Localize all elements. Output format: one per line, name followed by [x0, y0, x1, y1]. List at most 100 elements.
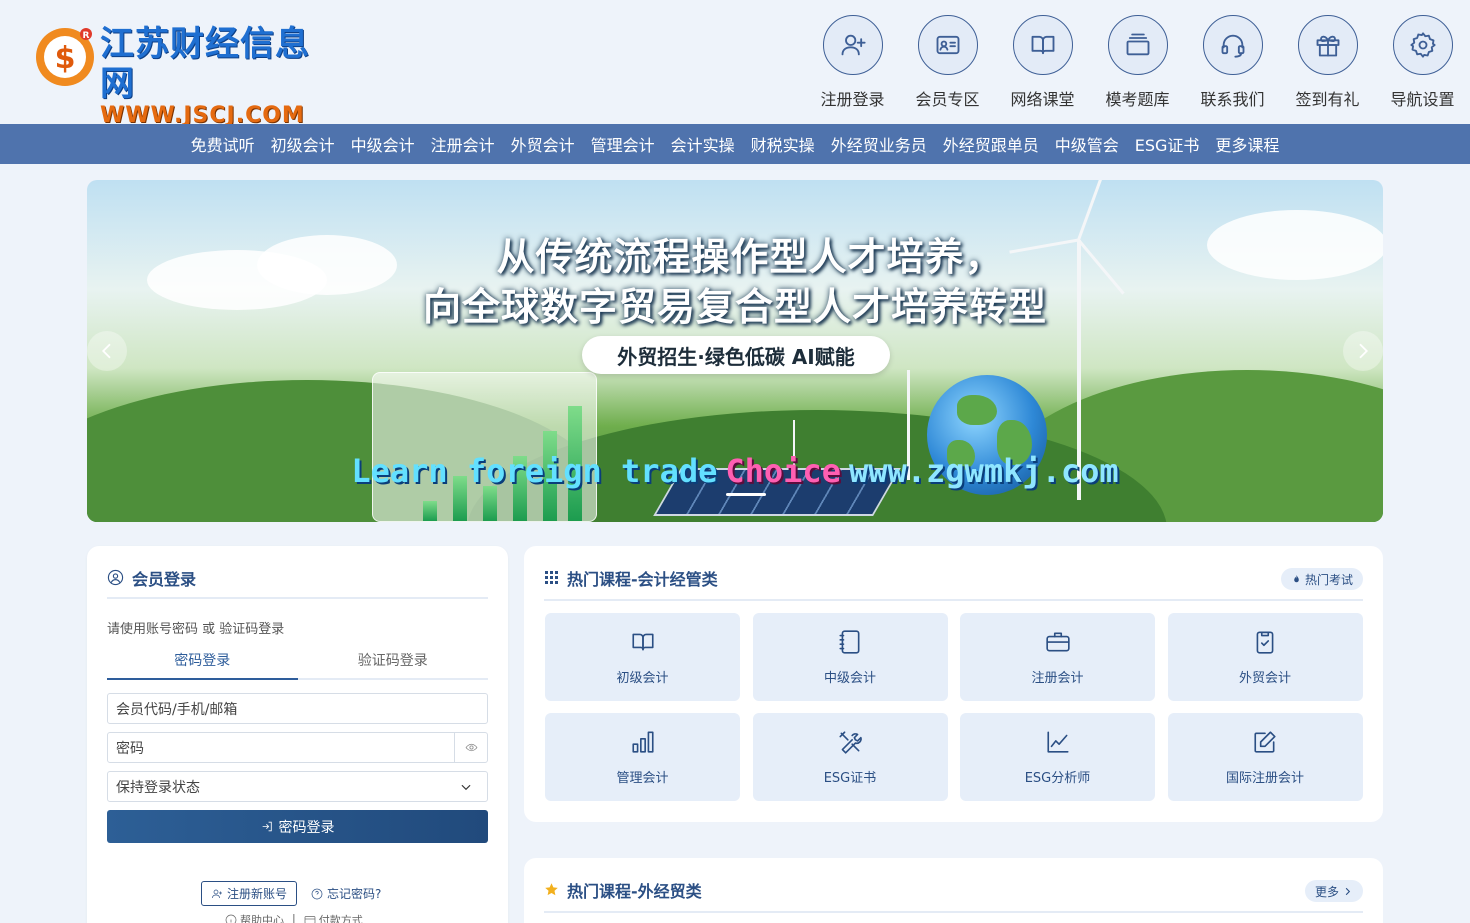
banner-footer-text: Learn foreign trade Choice www.zgwmkj.com — [87, 452, 1383, 490]
info-circle-icon — [225, 914, 237, 923]
notebook-icon — [839, 630, 860, 654]
nav-online-classroom[interactable]: 网络课堂 — [995, 15, 1090, 110]
nav-label: 联系我们 — [1200, 90, 1265, 109]
nav-register-login[interactable]: 注册登录 — [805, 15, 900, 110]
menu-accounting-practice[interactable]: 会计实操 — [671, 132, 735, 156]
course-tile-junior-accounting[interactable]: 初级会计 — [545, 613, 740, 701]
bar-chart-icon — [631, 731, 654, 753]
password-login-button[interactable]: 密码登录 — [107, 810, 488, 843]
course-tile-cpa[interactable]: 注册会计 — [960, 613, 1155, 701]
gift-icon — [1297, 15, 1358, 75]
banner-next-button[interactable] — [1343, 331, 1383, 371]
nav-checkin-gift[interactable]: 签到有礼 — [1280, 15, 1375, 110]
courses-header: 热门课程-外经贸类 更多 — [544, 878, 1363, 913]
grid-icon — [545, 571, 558, 584]
menu-intermediate-management[interactable]: 中级管会 — [1055, 132, 1119, 156]
courses-title: 热门课程-会计经管类 — [567, 570, 718, 589]
course-tile-international-cpa[interactable]: 国际注册会计 — [1167, 713, 1363, 801]
hot-exam-badge[interactable]: 热门考试 — [1280, 568, 1363, 590]
login-button-label: 密码登录 — [278, 819, 335, 836]
nav-settings[interactable]: 导航设置 — [1375, 15, 1470, 110]
fire-icon — [1294, 574, 1299, 582]
menu-management-accounting[interactable]: 管理会计 — [591, 132, 655, 156]
course-label: 初级会计 — [616, 671, 669, 686]
member-login-card: 会员登录 请使用账号密码 或 验证码登录 密码登录 验证码登录 会员代码/手机/… — [87, 546, 508, 923]
chart-bar — [483, 486, 497, 521]
banner-footer-choice: Choice — [725, 452, 841, 490]
tab-code-login[interactable]: 验证码登录 — [298, 650, 489, 680]
nav-label: 导航设置 — [1390, 90, 1455, 109]
menu-trade-salesman[interactable]: 外经贸业务员 — [831, 132, 927, 156]
help-center-label: 帮助中心 — [240, 914, 284, 923]
user-plus-icon — [822, 15, 883, 75]
nav-label: 网络课堂 — [1010, 90, 1075, 109]
account-input[interactable]: 会员代码/手机/邮箱 — [107, 693, 488, 724]
menu-esg-certificate[interactable]: ESG证书 — [1135, 132, 1200, 156]
banner-prev-button[interactable] — [87, 331, 127, 371]
menu-cpa[interactable]: 注册会计 — [431, 132, 495, 156]
login-hint: 请使用账号密码 或 验证码登录 — [107, 622, 285, 637]
star-icon — [545, 883, 558, 896]
menu-intermediate-accounting[interactable]: 中级会计 — [351, 132, 415, 156]
menu-junior-accounting[interactable]: 初级会计 — [271, 132, 335, 156]
nav-label: 签到有礼 — [1295, 90, 1360, 109]
globe-land — [957, 395, 997, 425]
nav-label: 注册登录 — [820, 90, 885, 109]
show-password-button[interactable] — [454, 733, 487, 762]
register-account-button[interactable]: 注册新账号 — [201, 881, 298, 906]
book-open-icon — [631, 633, 654, 651]
svg-text:$: $ — [55, 41, 76, 76]
more-label: 更多 — [1314, 884, 1339, 899]
menu-trade-merchandiser[interactable]: 外经贸跟单员 — [943, 132, 1039, 156]
promo-banner[interactable]: 从传统流程操作型人才培养， 向全球数字贸易复合型人才培养转型 外贸招生·绿色低碳… — [87, 180, 1383, 522]
course-tile-management-accounting[interactable]: 管理会计 — [545, 713, 740, 801]
gear-icon — [1392, 15, 1453, 75]
chevron-left-icon — [101, 343, 111, 359]
remember-login-select[interactable]: 保持登录状态 — [107, 771, 488, 802]
course-tile-esg-certificate[interactable]: ESG证书 — [752, 713, 948, 801]
payment-label: 付款方式 — [318, 914, 363, 923]
payment-methods-link[interactable]: 付款方式 — [304, 912, 363, 923]
banner-tagline: 外贸招生·绿色低碳 AI赋能 — [582, 336, 890, 374]
menu-more-courses[interactable]: 更多课程 — [1215, 132, 1279, 156]
course-tile-trade-accounting[interactable]: 外贸会计 — [1167, 613, 1363, 701]
question-circle-icon — [311, 888, 323, 899]
password-field[interactable]: 密码 — [107, 732, 488, 763]
tab-password-login[interactable]: 密码登录 — [107, 650, 298, 680]
top-nav: 注册登录 会员专区 网络课堂 模考题库 联系我们 签到有礼 导航设置 — [805, 15, 1470, 110]
logo-chinese-name: 江苏财经信息网 — [100, 24, 310, 104]
login-tabs: 密码登录 验证码登录 — [107, 650, 488, 680]
site-logo[interactable]: $ R 江苏财经信息网 WWW.JSCJ.COM — [34, 24, 334, 128]
course-menu-bar: 免费试听 初级会计 中级会计 注册会计 外贸会计 管理会计 会计实操 财税实操 … — [0, 124, 1470, 164]
more-courses-link[interactable]: 更多 — [1304, 880, 1363, 902]
course-label: ESG证书 — [823, 771, 877, 786]
layers-icon — [1107, 15, 1168, 75]
forgot-label: 忘记密码? — [327, 887, 382, 901]
course-label: 管理会计 — [616, 771, 669, 786]
menu-tax-practice[interactable]: 财税实操 — [751, 132, 815, 156]
course-tile-esg-analyst[interactable]: ESG分析师 — [960, 713, 1155, 801]
banner-indicator-dot[interactable] — [726, 493, 766, 496]
nav-contact-us[interactable]: 联系我们 — [1185, 15, 1280, 110]
user-circle-icon — [107, 569, 124, 586]
nav-mock-exams[interactable]: 模考题库 — [1090, 15, 1185, 110]
course-label: 国际注册会计 — [1225, 771, 1304, 786]
nav-member-zone[interactable]: 会员专区 — [900, 15, 995, 110]
menu-trade-accounting[interactable]: 外贸会计 — [511, 132, 575, 156]
banner-footer-url: www.zgwmkj.com — [848, 452, 1119, 490]
menu-free-trial[interactable]: 免费试听 — [191, 132, 255, 156]
courses-header: 热门课程-会计经管类 热门考试 — [544, 566, 1363, 601]
login-footer-links: 帮助中心 | 付款方式 — [225, 912, 363, 923]
login-card-header: 会员登录 — [107, 566, 488, 599]
dollar-coin-icon: $ R — [36, 28, 94, 86]
help-center-link[interactable]: 帮助中心 — [225, 912, 284, 923]
forgot-password-link[interactable]: 忘记密码? — [311, 885, 381, 902]
course-label: 中级会计 — [823, 671, 876, 686]
link-divider: | — [292, 912, 296, 923]
sign-in-icon — [262, 821, 272, 832]
password-placeholder: 密码 — [116, 740, 144, 757]
course-tile-intermediate-accounting[interactable]: 中级会计 — [752, 613, 948, 701]
chevron-right-icon — [1345, 887, 1351, 895]
chevron-down-icon — [461, 784, 471, 791]
banner-headline-1: 从传统流程操作型人才培养， — [496, 235, 1004, 279]
